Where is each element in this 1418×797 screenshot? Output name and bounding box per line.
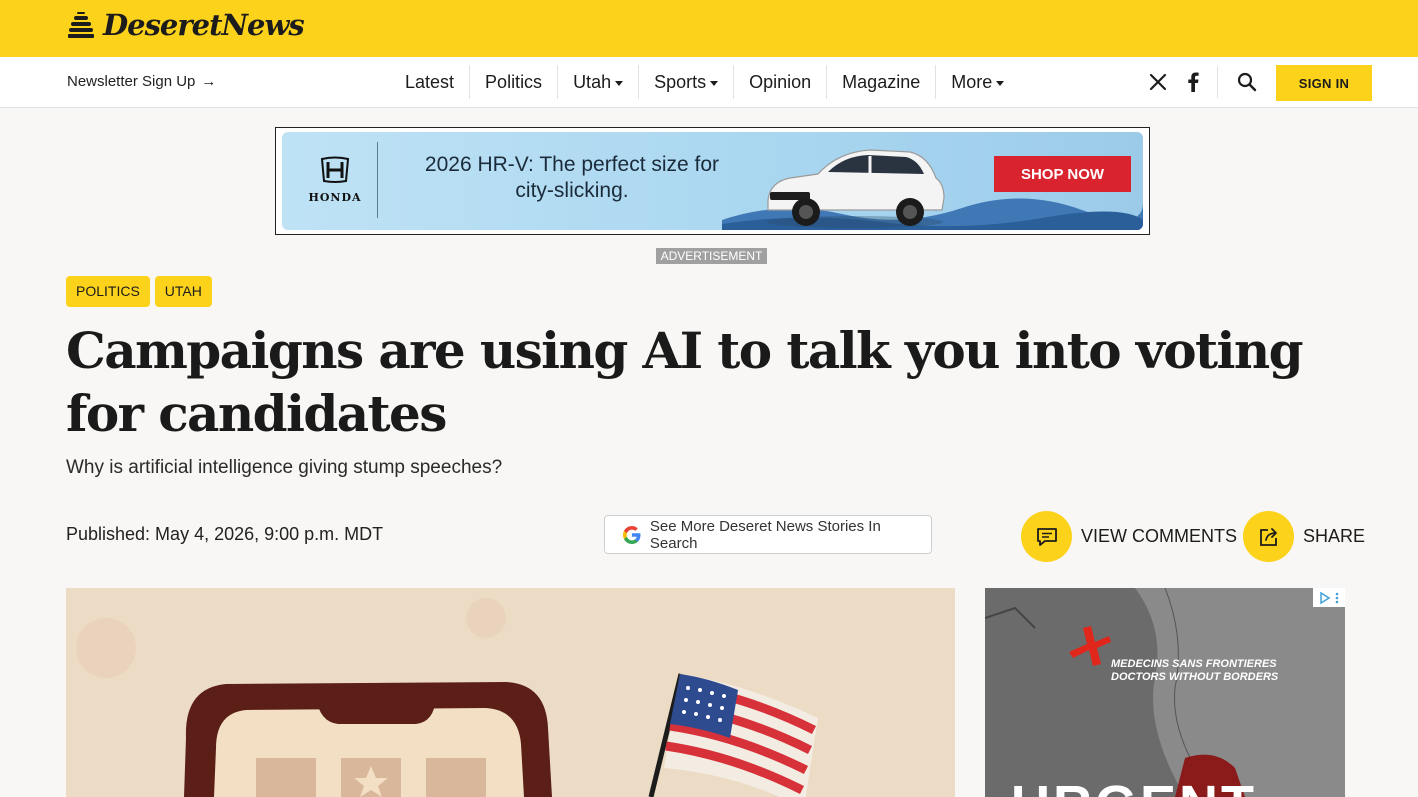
nav-links: Latest Politics Utah Sports Opinion Maga… — [390, 65, 1019, 99]
article-tags: POLITICS UTAH — [66, 276, 212, 307]
nav-item-magazine[interactable]: Magazine — [827, 65, 937, 99]
nav-item-sports[interactable]: Sports — [639, 65, 735, 99]
share-button[interactable]: SHARE — [1243, 511, 1365, 562]
share-icon — [1243, 511, 1294, 562]
map-background — [985, 588, 1345, 797]
nav-item-label: Opinion — [749, 71, 812, 92]
phone-illustration — [184, 682, 552, 797]
share-label: SHARE — [1303, 526, 1366, 546]
ad-banner-content: HONDA 2026 HR-V: The perfect size for ci… — [282, 132, 1143, 230]
view-comments-button[interactable]: VIEW COMMENTS — [1021, 511, 1237, 562]
article-subheadline: Why is artificial intelligence giving st… — [66, 457, 503, 478]
tag-utah[interactable]: UTAH — [154, 276, 212, 307]
honda-h-icon — [320, 156, 350, 183]
nav-item-label: Politics — [485, 71, 543, 92]
nav-item-label: Magazine — [842, 71, 921, 92]
newsletter-signup-link[interactable]: Newsletter Sign Up → — [67, 73, 216, 90]
google-search-button[interactable]: See More Deseret News Stories In Search — [604, 515, 932, 554]
car-image — [767, 149, 945, 228]
nav-item-label: Sports — [654, 71, 707, 92]
site-logo[interactable]: DeseretNews — [67, 8, 305, 42]
google-icon — [622, 525, 641, 544]
article-headline: Campaigns are using AI to talk you into … — [66, 321, 1304, 443]
tag-politics[interactable]: POLITICS — [66, 276, 150, 307]
nav-item-label: Latest — [405, 71, 455, 92]
nav-item-opinion[interactable]: Opinion — [734, 65, 828, 99]
nav-item-label: More — [951, 71, 993, 92]
msf-logo-icon — [1069, 626, 1111, 666]
newsletter-label: Newsletter Sign Up — [67, 73, 196, 90]
google-search-label: See More Deseret News Stories In Search — [649, 517, 881, 552]
hero-illustration — [66, 588, 955, 797]
nav-item-more[interactable]: More — [936, 65, 1019, 99]
msf-line2: DOCTORS WITHOUT BORDERS — [1111, 671, 1279, 683]
ad-choices-icon[interactable] — [1313, 588, 1345, 607]
ad-headline-line1: 2026 HR-V: The perfect size for — [424, 153, 720, 176]
facebook-icon[interactable] — [1182, 71, 1204, 93]
honda-logo: HONDA — [302, 156, 368, 204]
side-advertisement[interactable]: MEDECINS SANS FRONTIERES DOCTORS WITHOUT… — [985, 588, 1345, 797]
honda-wordmark: HONDA — [308, 191, 362, 204]
caret-down-icon — [996, 80, 1005, 86]
caret-down-icon — [615, 80, 624, 86]
advertisement-label: ADVERTISEMENT — [656, 248, 767, 264]
main-navigation: Newsletter Sign Up → Latest Politics Uta… — [0, 57, 1418, 108]
beehive-icon — [68, 12, 94, 38]
ad-banner[interactable]: HONDA 2026 HR-V: The perfect size for ci… — [275, 127, 1150, 235]
msf-line1: MEDECINS SANS FRONTIERES — [1111, 658, 1277, 670]
site-logo-text: DeseretNews — [103, 8, 305, 42]
article-hero-image — [66, 588, 955, 797]
caret-down-icon — [710, 80, 719, 86]
nav-item-utah[interactable]: Utah — [558, 65, 640, 99]
published-date: Published: May 4, 2026, 9:00 p.m. MDT — [66, 524, 384, 544]
brand-bar: DeseretNews — [0, 0, 1418, 57]
nav-item-latest[interactable]: Latest — [390, 65, 471, 99]
search-icon[interactable] — [1236, 71, 1258, 93]
ad-headline: 2026 HR-V: The perfect size for city-sli… — [392, 152, 752, 204]
nav-item-politics[interactable]: Politics — [470, 65, 559, 99]
ad-separator — [377, 142, 378, 218]
view-comments-label: VIEW COMMENTS — [1081, 526, 1237, 546]
msf-org-name: MEDECINS SANS FRONTIERES DOCTORS WITHOUT… — [1111, 658, 1278, 684]
ad-headline-line2: city-slicking. — [515, 179, 629, 202]
comment-icon — [1021, 511, 1072, 562]
shop-now-button[interactable]: SHOP NOW — [994, 156, 1131, 192]
arrow-right-icon: → — [201, 73, 217, 90]
ad-menu-icon — [1335, 592, 1339, 603]
x-icon[interactable] — [1147, 71, 1169, 93]
sign-in-button[interactable]: SIGN IN — [1276, 65, 1372, 101]
nav-divider — [1217, 66, 1218, 98]
nav-item-label: Utah — [573, 71, 612, 92]
ad-choices-play-icon — [1320, 591, 1331, 604]
side-ad-headline: URGENT — [1011, 774, 1257, 797]
